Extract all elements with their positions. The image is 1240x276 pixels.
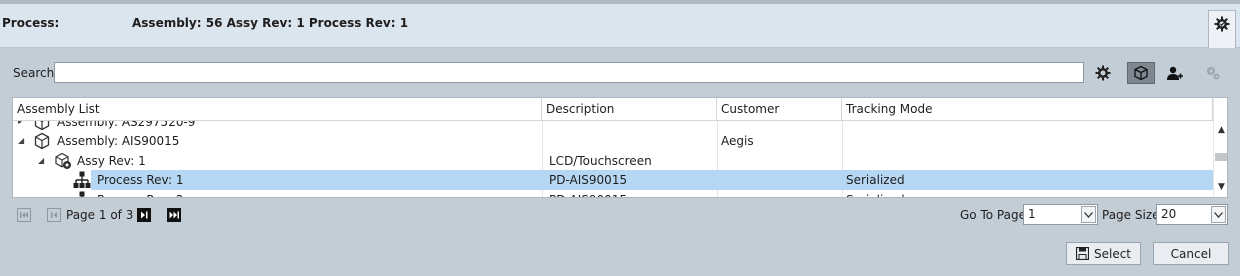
gears-icon xyxy=(1207,67,1220,80)
customer-cell: Aegis xyxy=(721,134,754,148)
prev-page-icon xyxy=(47,208,61,222)
process-header: Process: Assembly: 56 Assy Rev: 1 Proces… xyxy=(0,4,1240,48)
assembly-icon xyxy=(34,121,50,131)
table-row[interactable]: Process Rev: 2 PD-AIS90015 Serialized xyxy=(13,190,1213,197)
tracking-cell: Serialized xyxy=(846,190,905,197)
grid-body: ▸ Assembly: AS297520-9 ◢ Assembly: AIS90… xyxy=(13,121,1213,197)
table-row[interactable]: ◢ Assembly: AIS90015 Aegis xyxy=(13,131,1213,151)
save-icon xyxy=(1075,247,1089,260)
description-cell: PD-AIS90015 xyxy=(549,173,628,187)
process-tree-icon xyxy=(73,171,91,188)
cancel-button-label: Cancel xyxy=(1170,246,1212,261)
scroll-up-icon[interactable]: ▲ xyxy=(1216,125,1227,136)
assy-rev-icon xyxy=(55,152,71,169)
gear-icon xyxy=(1095,65,1111,81)
assembly-icon xyxy=(34,132,50,150)
select-button[interactable]: Select xyxy=(1066,242,1141,265)
table-row[interactable]: ◢ Assy Rev: 1 LCD/Touchscreen xyxy=(13,151,1213,171)
prev-page-button[interactable] xyxy=(46,207,62,223)
first-page-button[interactable] xyxy=(16,207,32,223)
vertical-scrollbar[interactable]: ▲ ▼ xyxy=(1213,98,1227,197)
column-header-customer[interactable]: Customer xyxy=(717,98,842,121)
goto-page-label: Go To Page xyxy=(960,208,1026,222)
goto-page-value: 1 xyxy=(1028,207,1036,221)
select-button-label: Select xyxy=(1093,246,1132,261)
goto-page-select[interactable]: 1 xyxy=(1023,204,1098,225)
process-rev-name: Process Rev: 2 xyxy=(97,190,183,197)
chevron-down-icon[interactable] xyxy=(1211,206,1226,223)
column-header-tracking-mode[interactable]: Tracking Mode xyxy=(842,98,1213,121)
header-settings-tab[interactable] xyxy=(1208,10,1236,48)
column-header-assembly-list[interactable]: Assembly List xyxy=(13,98,542,121)
assembly-name: Assembly: AIS90015 xyxy=(57,134,180,148)
expander-toggle[interactable]: ◢ xyxy=(38,151,48,171)
description-cell: LCD/Touchscreen xyxy=(549,154,652,168)
pager: Page 1 of 3 xyxy=(16,205,182,225)
process-tree-icon xyxy=(79,191,85,197)
assembly-grid: Assembly List Description Customer Track… xyxy=(12,97,1228,198)
last-page-icon xyxy=(167,208,182,222)
next-page-button[interactable] xyxy=(136,207,152,223)
search-label: Search: xyxy=(13,66,59,80)
search-settings-button[interactable] xyxy=(1090,62,1116,84)
table-row-selected[interactable]: Process Rev: 1 PD-AIS90015 Serialized xyxy=(13,170,1213,190)
scroll-thumb[interactable] xyxy=(1215,153,1227,161)
gear-icon xyxy=(1214,16,1230,32)
page-size-select[interactable]: 20 xyxy=(1156,204,1228,225)
process-title: Assembly: 56 Assy Rev: 1 Process Rev: 1 xyxy=(132,16,409,30)
process-rev-name: Process Rev: 1 xyxy=(97,173,184,187)
first-page-icon xyxy=(17,208,31,222)
scroll-down-icon[interactable]: ▼ xyxy=(1216,182,1227,193)
next-page-icon xyxy=(137,208,152,222)
page-size-value: 20 xyxy=(1161,207,1177,221)
chevron-down-icon[interactable] xyxy=(1081,206,1096,223)
page-indicator: Page 1 of 3 xyxy=(66,208,134,222)
selection-highlight xyxy=(91,170,1213,190)
user-icon xyxy=(1167,66,1183,80)
cancel-button[interactable]: Cancel xyxy=(1153,242,1229,265)
last-page-button[interactable] xyxy=(166,207,182,223)
disabled-settings-button[interactable] xyxy=(1200,62,1226,84)
customer-filter-button[interactable] xyxy=(1162,62,1188,84)
expander-toggle[interactable]: ◢ xyxy=(18,131,28,151)
cube-icon xyxy=(1134,65,1148,81)
tracking-cell: Serialized xyxy=(846,173,905,187)
description-cell: PD-AIS90015 xyxy=(549,190,627,197)
page-size-label: Page Size xyxy=(1102,208,1160,222)
search-input[interactable] xyxy=(54,62,1084,83)
column-header-description[interactable]: Description xyxy=(542,98,717,121)
process-label: Process: xyxy=(2,16,60,30)
assy-rev-name: Assy Rev: 1 xyxy=(77,154,146,168)
grid-header: Assembly List Description Customer Track… xyxy=(13,98,1213,121)
assembly-filter-button[interactable] xyxy=(1127,62,1155,84)
